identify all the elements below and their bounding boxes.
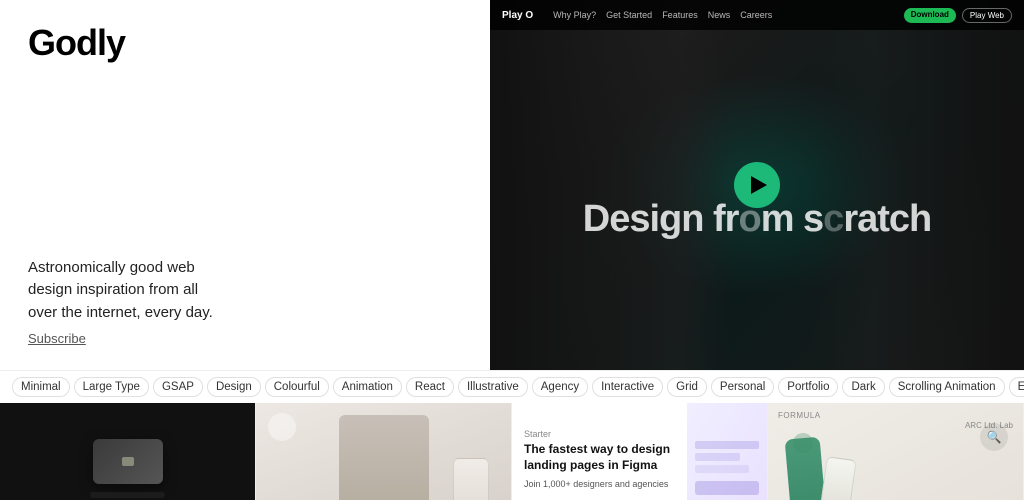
video-panel: Play O Why Play? Get Started Features Ne…	[490, 0, 1024, 370]
video-nav-links: Why Play? Get Started Features News Care…	[553, 10, 772, 20]
filter-animation[interactable]: Animation	[333, 377, 402, 397]
credit-card-shape	[93, 439, 163, 484]
filter-ecommerce[interactable]: E-commerce	[1009, 377, 1024, 397]
figma-subtitle: Join 1,000+ designers and agencies	[524, 479, 675, 489]
main-wrapper: Godly Astronomically good web design ins…	[0, 0, 1024, 500]
person-shape	[339, 415, 429, 500]
phone-shape	[453, 458, 489, 500]
video-nav-logo: Play O	[502, 10, 533, 21]
nav-link-careers[interactable]: Careers	[740, 10, 772, 20]
filter-minimal[interactable]: Minimal	[12, 377, 70, 397]
card-3-figma[interactable]: Starter The fastest way to design landin…	[512, 403, 768, 500]
play-button[interactable]	[734, 162, 780, 208]
logo: Godly	[28, 22, 462, 64]
filter-grid[interactable]: Grid	[667, 377, 707, 397]
video-nav-buttons: Download Play Web	[904, 8, 1012, 23]
figma-preview	[687, 403, 767, 500]
filter-colourful[interactable]: Colourful	[265, 377, 329, 397]
filter-design[interactable]: Design	[207, 377, 261, 397]
play-web-button[interactable]: Play Web	[962, 8, 1012, 23]
card-2[interactable]	[256, 403, 512, 500]
cards-row: Starter The fastest way to design landin…	[0, 403, 1024, 500]
hand-left	[490, 0, 730, 370]
filter-large-type[interactable]: Large Type	[74, 377, 149, 397]
filter-gsap[interactable]: GSAP	[153, 377, 203, 397]
filter-dark[interactable]: Dark	[842, 377, 884, 397]
product-label-top: FORMULA	[778, 411, 821, 420]
filter-illustrative[interactable]: Illustrative	[458, 377, 528, 397]
nav-link-started[interactable]: Get Started	[606, 10, 652, 20]
filter-personal[interactable]: Personal	[711, 377, 774, 397]
video-nav: Play O Why Play? Get Started Features Ne…	[490, 0, 1024, 30]
bottom-bar-area: Minimal Large Type GSAP Design Colourful…	[0, 370, 1024, 500]
nav-link-news[interactable]: News	[708, 10, 731, 20]
filter-agency[interactable]: Agency	[532, 377, 588, 397]
download-button[interactable]: Download	[904, 8, 956, 23]
hand-right	[810, 0, 1024, 370]
card-1[interactable]	[0, 403, 256, 500]
product-shape-2	[819, 456, 856, 500]
nav-link-features[interactable]: Features	[662, 10, 698, 20]
left-panel: Godly Astronomically good web design ins…	[0, 0, 490, 370]
circle-accent	[268, 413, 296, 441]
filter-react[interactable]: React	[406, 377, 454, 397]
filter-portfolio[interactable]: Portfolio	[778, 377, 838, 397]
search-icon: 🔍	[987, 430, 1002, 444]
filter-interactive[interactable]: Interactive	[592, 377, 663, 397]
subscribe-link[interactable]: Subscribe	[28, 331, 86, 346]
search-icon-circle: 🔍	[980, 423, 1008, 451]
card-4[interactable]: FORMULA ARC Ltd. Lab 🔍	[768, 403, 1024, 500]
filter-bar: Minimal Large Type GSAP Design Colourful…	[0, 370, 1024, 403]
leaf-accent	[793, 433, 813, 453]
play-icon	[751, 176, 767, 194]
figma-title: The fastest way to design landing pages …	[524, 442, 675, 473]
tagline: Astronomically good web design inspirati…	[28, 257, 228, 325]
figma-starter-label: Starter	[524, 429, 675, 439]
nav-link-why[interactable]: Why Play?	[553, 10, 596, 20]
filter-scrolling[interactable]: Scrolling Animation	[889, 377, 1005, 397]
